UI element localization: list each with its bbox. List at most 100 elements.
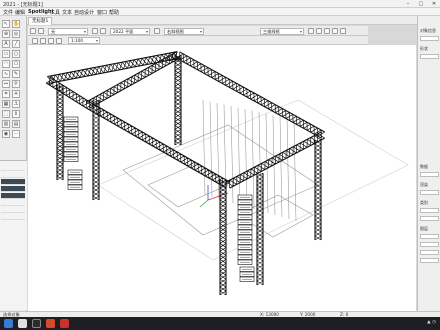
view-icon-i[interactable] <box>332 28 338 34</box>
lighting-tool-icon[interactable]: ☀ <box>12 90 20 98</box>
panel-field[interactable] <box>420 216 439 221</box>
truss-beam-lacing <box>176 51 325 139</box>
selection-tool-icon[interactable]: ↖ <box>2 20 10 28</box>
truss-tower-lacing <box>219 179 227 296</box>
maximize-button[interactable]: □ <box>415 0 427 8</box>
rigging-tool-icon[interactable]: ⚓ <box>12 100 20 108</box>
speaker-tool-icon[interactable]: ▦ <box>2 100 10 108</box>
push-pull-tool-icon[interactable]: ⇕ <box>12 110 20 118</box>
truss-tower-lacing <box>314 139 322 241</box>
drawing-canvas[interactable] <box>28 45 416 311</box>
arc-tool-icon[interactable]: ◠ <box>2 60 10 68</box>
resource-row-selected[interactable] <box>1 179 25 185</box>
window-title: 2021 - [无标题1] <box>3 2 43 8</box>
pan-tool-icon[interactable]: ✋ <box>12 20 20 28</box>
menu-window[interactable]: 窗口 <box>97 9 107 16</box>
extrude-tool-icon[interactable]: ⬚ <box>2 110 10 118</box>
truss-tower-lacing <box>174 54 182 146</box>
close-button[interactable]: ✕ <box>428 0 440 8</box>
resource-row-selected[interactable] <box>1 186 25 192</box>
dimension-tool-icon[interactable]: ↔ <box>2 80 10 88</box>
circle-tool-icon[interactable]: ○ <box>12 50 20 58</box>
app-icon[interactable] <box>46 319 55 328</box>
menu-help[interactable]: 帮助 <box>109 9 119 16</box>
freehand-tool-icon[interactable]: ✎ <box>12 70 20 78</box>
resource-row[interactable] <box>1 207 25 213</box>
mode-icon-d[interactable] <box>56 37 62 44</box>
panel-field[interactable] <box>420 190 439 195</box>
view-select[interactable]: 右斜视图 ▾ <box>164 27 204 35</box>
backdrop-line <box>216 102 220 200</box>
truss-3d-view[interactable] <box>28 45 416 311</box>
view-icon-h[interactable] <box>324 28 330 34</box>
panel-field[interactable] <box>420 208 439 213</box>
panel-field[interactable] <box>420 172 439 177</box>
render-select[interactable]: 三维线框 ▾ <box>260 27 304 35</box>
panel-field[interactable] <box>420 36 439 41</box>
backdrop-line <box>251 110 255 210</box>
rectangle-tool-icon[interactable]: ▭ <box>2 50 10 58</box>
flyover-tool-icon[interactable]: ◎ <box>12 30 20 38</box>
panel-label: 类别 <box>420 200 428 205</box>
stage-tool-icon[interactable]: ▤ <box>12 120 20 128</box>
view-icon-e[interactable] <box>154 28 160 34</box>
menu-edit[interactable]: 编辑 <box>15 9 25 16</box>
document-tab[interactable]: 无标题1 <box>28 17 53 25</box>
text-tool-icon[interactable]: A <box>2 40 10 48</box>
truss-tool-icon[interactable]: ⌗ <box>2 90 10 98</box>
search-icon[interactable] <box>18 319 27 328</box>
panel-label: 数据 <box>420 164 428 169</box>
menu-text[interactable]: 文本 <box>62 9 72 16</box>
panel-label: 图层 <box>420 226 428 231</box>
resource-row[interactable] <box>1 214 25 220</box>
resource-row-selected[interactable] <box>1 193 25 199</box>
backdrop-line <box>230 105 234 204</box>
view-icon-b[interactable] <box>38 28 44 34</box>
panel-field[interactable] <box>420 250 439 255</box>
menu-file[interactable]: 文件 <box>3 9 13 16</box>
panel-label: 渲染 <box>420 182 428 187</box>
panel-label: 形状 <box>420 46 428 51</box>
panel-field[interactable] <box>420 54 439 59</box>
scale-select[interactable]: 1:100 ▾ <box>68 37 100 44</box>
resource-row[interactable] <box>1 172 25 178</box>
minimize-button[interactable]: – <box>402 0 414 8</box>
class-select[interactable]: 2022 平面 ▾ <box>110 27 150 35</box>
zoom-tool-icon[interactable]: ⊕ <box>2 30 10 38</box>
camera-tool-icon[interactable]: ◉ <box>2 130 10 138</box>
panel-field[interactable] <box>420 234 439 239</box>
view-icon-c[interactable] <box>92 28 98 34</box>
polygon-tool-icon[interactable]: ⬠ <box>12 60 20 68</box>
polyline-tool-icon[interactable]: ∿ <box>2 70 10 78</box>
app-icon[interactable] <box>32 319 41 328</box>
resource-panel <box>0 160 27 310</box>
mode-icon-a[interactable] <box>32 37 38 44</box>
start-icon[interactable] <box>4 319 13 328</box>
system-tray[interactable]: ▲ ◷ <box>427 320 436 325</box>
document-tab-bar: 无标题1 <box>0 16 440 25</box>
vectorworks-icon[interactable] <box>60 319 69 328</box>
mode-icon-c[interactable] <box>48 37 54 44</box>
eyedropper-tool-icon[interactable]: ⚲ <box>12 80 20 88</box>
layer-select[interactable]: 无 ▾ <box>48 27 88 35</box>
view-icon-d[interactable] <box>100 28 106 34</box>
view-icon-a[interactable] <box>30 28 36 34</box>
panel-field[interactable] <box>420 242 439 247</box>
floor-outline <box>97 99 409 261</box>
line-tool-icon[interactable]: ╱ <box>12 40 20 48</box>
resource-row[interactable] <box>1 200 25 206</box>
menu-tools[interactable]: 工具 <box>50 9 60 16</box>
resource-row[interactable] <box>1 165 25 171</box>
mode-icon-b[interactable] <box>40 37 46 44</box>
view-icon-j[interactable] <box>340 28 346 34</box>
title-bar: 2021 - [无标题1] – □ ✕ <box>0 0 440 8</box>
view-icon-g[interactable] <box>316 28 322 34</box>
view-icon-f[interactable] <box>308 28 314 34</box>
backdrop-line <box>209 101 213 198</box>
backdrop-line <box>279 116 283 218</box>
wall-tool-icon[interactable]: ▥ <box>2 120 10 128</box>
axis-y-line <box>199 199 209 208</box>
menu-autodesign[interactable]: 自动设计 <box>74 9 94 16</box>
misc-tool-icon[interactable]: ⋯ <box>12 130 20 138</box>
panel-field[interactable] <box>420 258 439 263</box>
